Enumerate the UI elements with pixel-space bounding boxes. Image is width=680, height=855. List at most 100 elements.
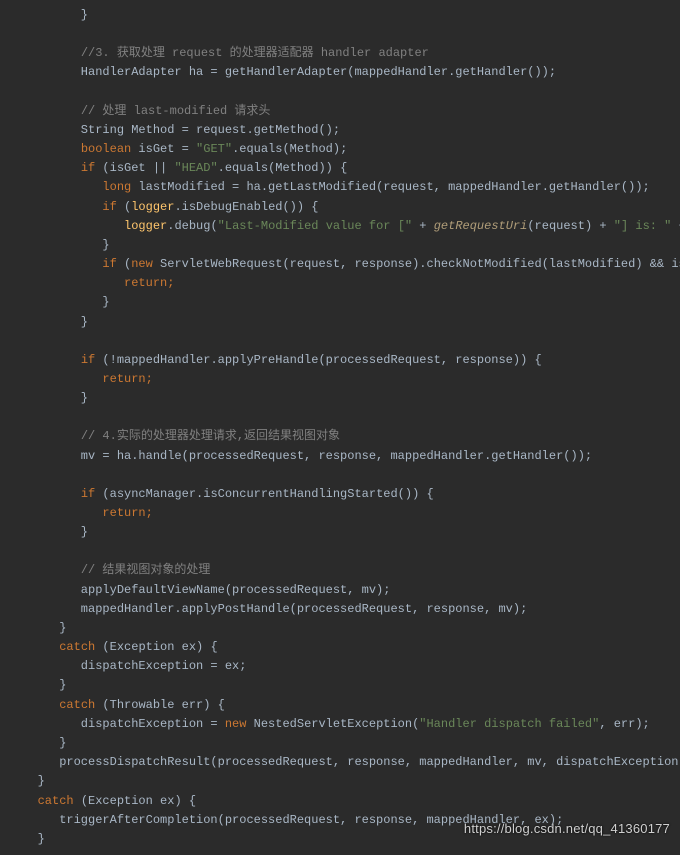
code-token: (request) + [527, 219, 613, 233]
code-token: "Handler dispatch failed" [419, 717, 599, 731]
code-line: } [16, 236, 680, 255]
code-token: } [16, 525, 88, 539]
code-token: catch [38, 794, 74, 808]
code-token [16, 698, 59, 712]
code-line: // 4.实际的处理器处理请求,返回结果视图对象 [16, 427, 680, 446]
code-token: ( [117, 257, 131, 271]
code-token: processDispatchResult(processedRequest, … [16, 755, 680, 769]
code-line: } [16, 619, 680, 638]
code-token: new [225, 717, 247, 731]
code-token: } [16, 774, 45, 788]
code-token: ( [117, 200, 131, 214]
code-line: } [16, 389, 680, 408]
code-token: "] is: " [614, 219, 672, 233]
code-token: if [102, 200, 116, 214]
code-token [16, 257, 102, 271]
code-line [16, 83, 680, 102]
code-token: // 处理 last-modified 请求头 [81, 104, 271, 118]
code-token: //3. 获取处理 request 的处理器适配器 handler adapte… [81, 46, 429, 60]
code-line: long lastModified = ha.getLastModified(r… [16, 178, 680, 197]
code-line [16, 542, 680, 561]
code-line: } [16, 313, 680, 332]
code-token: (!mappedHandler.applyPreHandle(processed… [95, 353, 541, 367]
code-token: applyDefaultViewName(processedRequest, m… [16, 583, 390, 597]
code-token: (isGet || [95, 161, 174, 175]
code-token: .equals(Method); [232, 142, 347, 156]
code-line: } [16, 772, 680, 791]
code-token: isGet = [131, 142, 196, 156]
code-token: + [412, 219, 434, 233]
code-token [16, 200, 102, 214]
code-token: } [16, 8, 88, 22]
code-line: } [16, 293, 680, 312]
code-token [16, 353, 81, 367]
code-line: if (logger.isDebugEnabled()) { [16, 198, 680, 217]
code-token: } [16, 391, 88, 405]
code-token: catch [59, 640, 95, 654]
watermark-text: https://blog.csdn.net/qq_41360177 [464, 819, 670, 840]
code-line: } [16, 734, 680, 753]
code-token: "HEAD" [174, 161, 217, 175]
code-token: boolean [81, 142, 131, 156]
code-token: (Exception ex) { [95, 640, 217, 654]
code-token: new [131, 257, 153, 271]
code-token [16, 372, 102, 386]
code-line: dispatchException = ex; [16, 657, 680, 676]
code-token: .isDebugEnabled()) { [174, 200, 318, 214]
code-line: return; [16, 274, 680, 293]
code-token: (Throwable err) { [95, 698, 225, 712]
code-token: lastModified = ha.getLastModified(reques… [131, 180, 649, 194]
code-token: getRequestUri [434, 219, 528, 233]
code-token: } [16, 295, 110, 309]
code-line [16, 332, 680, 351]
code-token: HandlerAdapter ha = getHandlerAdapter(ma… [16, 65, 556, 79]
code-line: if (!mappedHandler.applyPreHandle(proces… [16, 351, 680, 370]
code-editor[interactable]: } //3. 获取处理 request 的处理器适配器 handler adap… [0, 0, 680, 855]
code-line: } [16, 676, 680, 695]
code-token: logger [131, 200, 174, 214]
code-token [16, 640, 59, 654]
code-token: } [16, 678, 66, 692]
code-token: } [16, 736, 66, 750]
code-line: if (new ServletWebRequest(request, respo… [16, 255, 680, 274]
code-token [16, 563, 81, 577]
code-token: ServletWebRequest(request, response).che… [153, 257, 680, 271]
code-token: // 结果视图对象的处理 [81, 563, 211, 577]
code-line [16, 466, 680, 485]
code-token: (asyncManager.isConcurrentHandlingStarte… [95, 487, 433, 501]
code-token [16, 219, 124, 233]
code-token: , err); [599, 717, 649, 731]
code-token [16, 487, 81, 501]
code-token: } [16, 621, 66, 635]
code-line: if (asyncManager.isConcurrentHandlingSta… [16, 485, 680, 504]
code-token: return; [102, 372, 152, 386]
code-token: return; [124, 276, 174, 290]
code-line: catch (Exception ex) { [16, 792, 680, 811]
code-line: // 处理 last-modified 请求头 [16, 102, 680, 121]
code-line: if (isGet || "HEAD".equals(Method)) { [16, 159, 680, 178]
code-token: } [16, 238, 110, 252]
code-line: processDispatchResult(processedRequest, … [16, 753, 680, 772]
code-token [16, 180, 102, 194]
code-token: if [81, 161, 95, 175]
code-token: dispatchException = [16, 717, 225, 731]
code-token: dispatchException = ex; [16, 659, 246, 673]
code-token: mv = ha.handle(processedRequest, respons… [16, 449, 592, 463]
code-token: mappedHandler.applyPostHandle(processedR… [16, 602, 527, 616]
code-token: catch [59, 698, 95, 712]
code-line: } [16, 6, 680, 25]
code-token: (Exception ex) { [74, 794, 196, 808]
code-token: NestedServletException( [246, 717, 419, 731]
code-line: catch (Exception ex) { [16, 638, 680, 657]
code-token [16, 276, 124, 290]
code-token [16, 46, 81, 60]
code-token [16, 104, 81, 118]
code-line: boolean isGet = "GET".equals(Method); [16, 140, 680, 159]
code-token: } [16, 315, 88, 329]
code-line: logger.debug("Last-Modified value for ["… [16, 217, 680, 236]
code-token: if [102, 257, 116, 271]
code-token [16, 506, 102, 520]
code-line: // 结果视图对象的处理 [16, 561, 680, 580]
code-token: logger [124, 219, 167, 233]
code-line: } [16, 523, 680, 542]
